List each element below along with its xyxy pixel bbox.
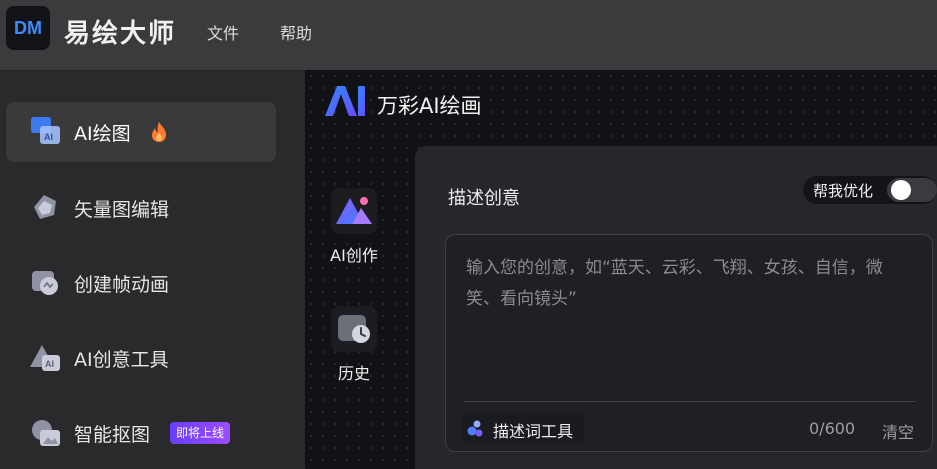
svg-text:AI: AI <box>44 132 53 142</box>
history-icon <box>331 306 377 352</box>
prompt-tool-label: 描述词工具 <box>493 422 574 441</box>
ai-create-icon <box>331 188 377 234</box>
optimize-toggle-group: 帮我优化 <box>803 176 937 204</box>
tab-ai-create[interactable]: AI创作 <box>323 188 385 266</box>
brand-title: 万彩AI绘画 <box>377 94 482 118</box>
prompt-tool-icon <box>467 420 483 437</box>
wancai-logo-icon <box>325 86 365 116</box>
clear-button[interactable]: 清空 <box>882 419 914 443</box>
prompt-placeholder: 输入您的创意，如“蓝天、云彩、飞翔、女孩、自信，微笑、看向镜头” <box>466 258 883 309</box>
sidebar-item-vector-edit[interactable]: 矢量图编辑 <box>6 178 276 238</box>
sidebar-item-label: 创建帧动画 <box>74 273 170 296</box>
sidebar-item-label: 矢量图编辑 <box>74 198 170 221</box>
sidebar: AI AI绘图 矢量图编辑 创建帧动画 AI AI创意工具 智能抠图 即将上线 <box>0 70 305 469</box>
tab-label: 历史 <box>337 364 370 383</box>
app-logo: DM <box>6 6 50 50</box>
fire-icon <box>150 121 168 147</box>
vector-edit-icon <box>30 193 62 223</box>
prompt-input[interactable]: 输入您的创意，如“蓝天、云彩、飞翔、女孩、自信，微笑、看向镜头” 描述词工具 0… <box>445 234 933 452</box>
tab-label: AI创作 <box>330 246 378 265</box>
char-counter: 0/600 <box>809 419 856 438</box>
sidebar-item-frame-animation[interactable]: 创建帧动画 <box>6 253 276 313</box>
ai-creative-tool-icon: AI <box>30 343 62 373</box>
smart-cutout-icon <box>30 418 62 448</box>
top-menu-bar: DM 易绘大师 文件 帮助 <box>0 0 937 70</box>
menu-help[interactable]: 帮助 <box>280 20 312 44</box>
sidebar-item-smart-cutout[interactable]: 智能抠图 即将上线 <box>6 403 276 463</box>
sidebar-item-ai-drawing[interactable]: AI AI绘图 <box>6 102 276 162</box>
sidebar-item-ai-creative-tool[interactable]: AI AI创意工具 <box>6 328 276 388</box>
sidebar-item-label: AI创意工具 <box>74 348 169 371</box>
prompt-panel: 描述创意 帮我优化 输入您的创意，如“蓝天、云彩、飞翔、女孩、自信，微笑、看向镜… <box>415 146 937 469</box>
menu-file[interactable]: 文件 <box>207 20 239 44</box>
sidebar-item-label: 智能抠图 <box>74 423 151 446</box>
optimize-toggle[interactable] <box>887 178 937 202</box>
tab-history[interactable]: 历史 <box>323 306 385 384</box>
frame-animation-icon <box>30 268 62 298</box>
svg-text:AI: AI <box>45 359 54 369</box>
coming-soon-badge: 即将上线 <box>170 422 231 444</box>
ai-image-icon: AI <box>30 116 62 146</box>
optimize-label: 帮我优化 <box>813 182 874 200</box>
app-title: 易绘大师 <box>64 19 177 49</box>
main-area: 万彩AI绘画 AI创作 历史 描述创意 帮我优化 输入您的创意，如“蓝天、云彩、… <box>305 70 937 469</box>
brand-logo <box>323 84 367 118</box>
divider <box>464 401 916 402</box>
panel-title: 描述创意 <box>448 188 520 209</box>
toggle-knob <box>891 180 911 200</box>
sidebar-item-label: AI绘图 <box>74 122 131 145</box>
prompt-tool-button[interactable]: 描述词工具 <box>462 413 584 443</box>
